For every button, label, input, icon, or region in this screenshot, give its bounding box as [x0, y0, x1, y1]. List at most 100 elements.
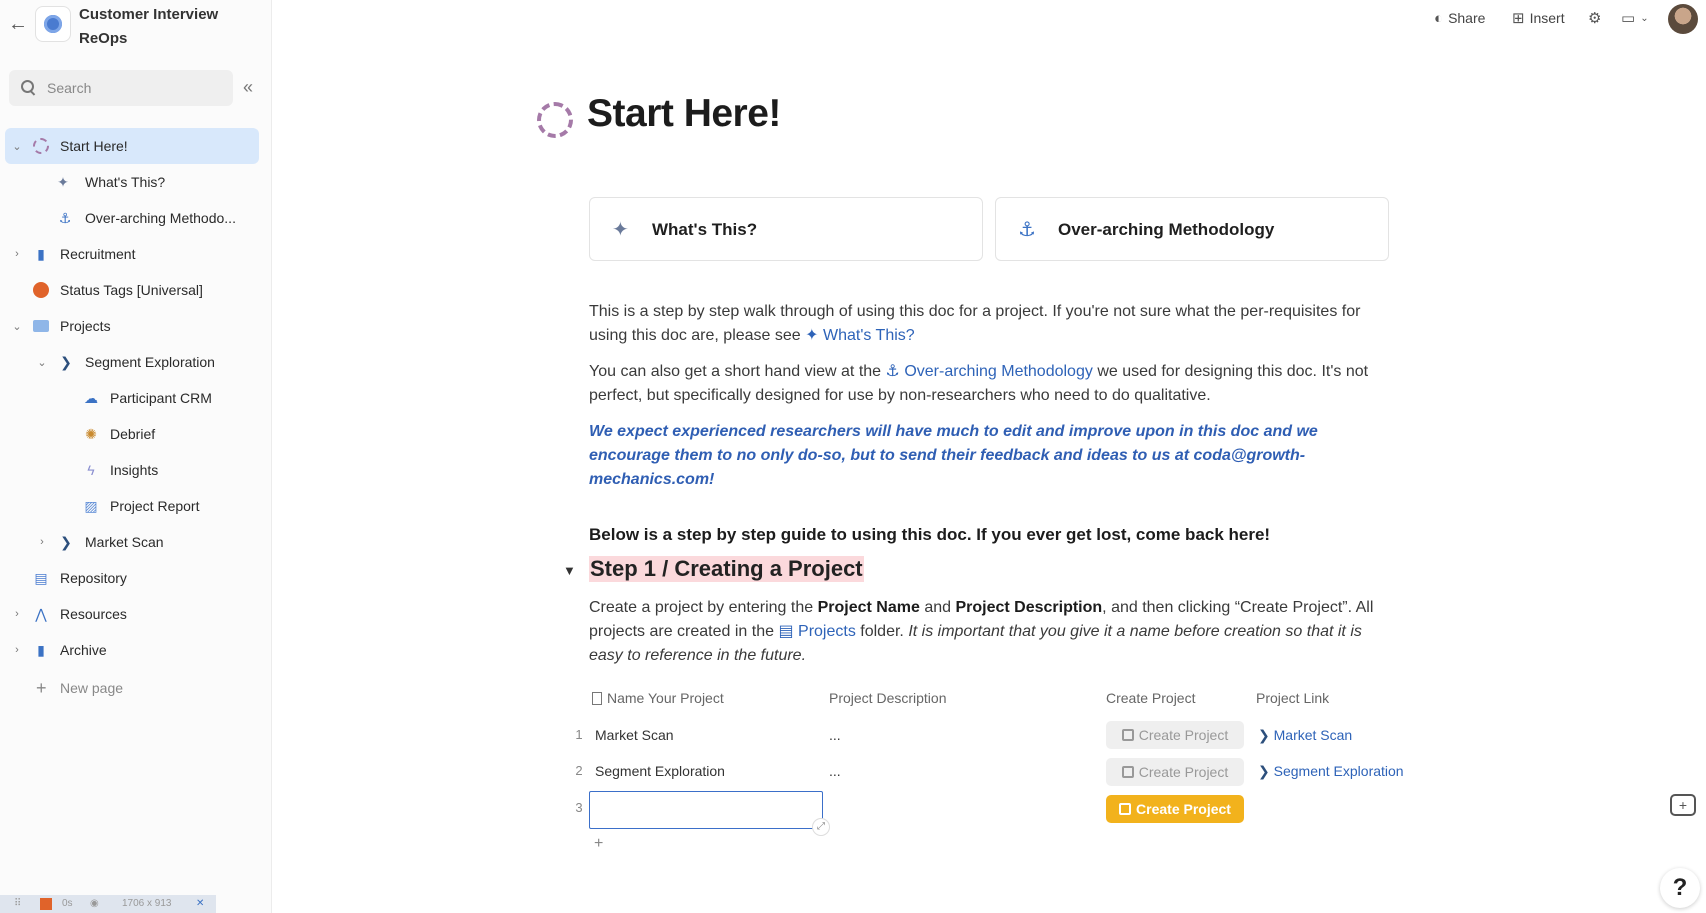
- button-label: Create Project: [1136, 801, 1231, 817]
- chevron-badge-icon: ❯: [60, 354, 72, 370]
- whats-this-link[interactable]: ✦ What's This?: [805, 327, 915, 344]
- record-icon[interactable]: [40, 898, 52, 910]
- project-name-cell[interactable]: Segment Exploration: [595, 763, 725, 779]
- collapse-sidebar-icon[interactable]: «: [243, 77, 253, 97]
- folder-icon: [33, 320, 49, 332]
- share-label: Share: [1448, 10, 1486, 26]
- button-label: Create Project: [1138, 727, 1229, 743]
- guide-heading: Below is a step by step guide to using t…: [589, 525, 1271, 544]
- recording-size: 1706 x 913: [122, 898, 172, 909]
- projects-link[interactable]: ▤ Projects: [778, 623, 855, 640]
- create-project-button[interactable]: Create Project: [1106, 795, 1244, 823]
- help-button[interactable]: ?: [1660, 868, 1700, 908]
- doc-title[interactable]: Customer Interview ReOps: [79, 3, 259, 51]
- sidebar: ← Customer Interview ReOps « ⌄ Start Her…: [0, 0, 272, 913]
- chevron-down-icon: ⌄: [1640, 12, 1649, 24]
- step-text-and: and: [924, 599, 952, 616]
- card-label: Over-arching Methodology: [1058, 220, 1275, 239]
- sidebar-item-repository[interactable]: ▤ Repository: [0, 560, 272, 596]
- methodology-text-a: You can also get a short hand view at th…: [589, 363, 882, 380]
- share-button[interactable]: ◐ Share: [1434, 8, 1485, 28]
- gear-icon: ⚙: [1588, 10, 1602, 27]
- search-input[interactable]: [47, 70, 227, 106]
- sidebar-item-label: What's This?: [85, 174, 166, 190]
- sidebar-item-start-here[interactable]: ⌄ Start Here!: [5, 128, 259, 164]
- add-row-button[interactable]: +: [594, 835, 603, 853]
- methodology-link[interactable]: ⚓ Over-arching Methodology: [886, 363, 1093, 380]
- doc-title-line1: Customer Interview: [79, 6, 219, 23]
- sidebar-item-participant-crm[interactable]: ☁ Participant CRM: [0, 380, 272, 416]
- chevron-down-icon[interactable]: ⌄: [36, 356, 48, 369]
- drag-handle-icon[interactable]: ⠿: [14, 898, 21, 909]
- search-box[interactable]: [9, 70, 233, 106]
- thermometer-icon: ▮: [37, 246, 45, 262]
- topbar: ◐ Share ⊞ Insert ⚙ ▭ ⌄: [272, 0, 1706, 40]
- project-link-segment-exploration[interactable]: ❯ Segment Exploration: [1258, 763, 1404, 780]
- camera-icon[interactable]: ◉: [90, 898, 99, 909]
- column-header-description[interactable]: Project Description: [829, 690, 947, 706]
- chevron-down-icon[interactable]: ⌄: [11, 320, 23, 333]
- project-link-label: Market Scan: [1273, 727, 1353, 743]
- chevron-right-icon[interactable]: ›: [11, 644, 23, 656]
- card-methodology[interactable]: ⚓ Over-arching Methodology: [995, 197, 1389, 261]
- dashed-circle-icon[interactable]: [537, 102, 573, 138]
- chevron-badge-icon: ❯: [1258, 727, 1270, 743]
- sidebar-item-projects[interactable]: ⌄ Projects: [0, 308, 272, 344]
- avatar[interactable]: [1668, 4, 1698, 34]
- sidebar-item-archive[interactable]: › ▮ Archive: [0, 632, 272, 668]
- project-description-cell[interactable]: ...: [829, 727, 841, 743]
- insert-button[interactable]: ⊞ Insert: [1512, 8, 1565, 28]
- collapse-triangle-icon[interactable]: ▼: [563, 563, 576, 578]
- project-name-input[interactable]: [589, 791, 823, 829]
- sidebar-item-whats-this[interactable]: ✦ What's This?: [0, 164, 272, 200]
- sidebar-item-recruitment[interactable]: › ▮ Recruitment: [0, 236, 272, 272]
- column-header-name[interactable]: Name Your Project: [592, 690, 724, 706]
- app-window: ← Customer Interview ReOps « ⌄ Start Her…: [0, 0, 1706, 913]
- sidebar-item-label: Repository: [60, 570, 127, 586]
- chevron-right-icon[interactable]: ›: [36, 536, 48, 548]
- back-arrow-icon[interactable]: ←: [6, 12, 30, 36]
- sidebar-item-methodology[interactable]: ⚓ Over-arching Methodo...: [0, 200, 272, 236]
- row-number: 3: [575, 800, 583, 815]
- comments-menu-button[interactable]: ▭ ⌄: [1621, 8, 1654, 28]
- doc-title-line2: ReOps: [79, 30, 128, 47]
- row-number: 2: [575, 763, 583, 778]
- card-label: What's This?: [652, 220, 758, 239]
- create-project-button-disabled[interactable]: Create Project: [1106, 721, 1244, 749]
- sidebar-item-label: Projects: [60, 318, 111, 334]
- add-comment-icon[interactable]: +: [1670, 794, 1696, 816]
- sidebar-item-debrief[interactable]: ✺ Debrief: [0, 416, 272, 452]
- chevron-right-icon[interactable]: ›: [11, 248, 23, 260]
- sidebar-item-resources[interactable]: › ⋀ Resources: [0, 596, 272, 632]
- sidebar-header: ← Customer Interview ReOps: [0, 0, 272, 60]
- chevron-down-icon[interactable]: ⌄: [11, 140, 23, 153]
- sidebar-item-market-scan[interactable]: › ❯ Market Scan: [0, 524, 272, 560]
- sidebar-item-project-report[interactable]: ▨ Project Report: [0, 488, 272, 524]
- sidebar-item-segment-exploration[interactable]: ⌄ ❯ Segment Exploration: [0, 344, 272, 380]
- doc-brain-icon[interactable]: [35, 6, 71, 42]
- project-name-cell[interactable]: Market Scan: [595, 727, 674, 743]
- button-label: Create Project: [1138, 764, 1229, 780]
- expand-icon[interactable]: ⤢: [812, 818, 830, 836]
- dashed-circle-icon: [33, 138, 49, 154]
- chevron-right-icon[interactable]: ›: [11, 608, 23, 620]
- sidebar-item-label: Archive: [60, 642, 107, 658]
- anchor-icon: ⚓: [58, 210, 72, 226]
- sidebar-item-label: Debrief: [110, 426, 156, 442]
- settings-button[interactable]: ⚙: [1588, 8, 1606, 28]
- card-whats-this[interactable]: ✦ What's This?: [589, 197, 983, 261]
- project-link-market-scan[interactable]: ❯ Market Scan: [1258, 727, 1352, 744]
- column-header-link[interactable]: Project Link: [1256, 690, 1329, 706]
- sidebar-item-status-tags[interactable]: Status Tags [Universal]: [0, 272, 272, 308]
- create-project-button-disabled[interactable]: Create Project: [1106, 758, 1244, 786]
- step-bold-desc: Project Description: [955, 599, 1103, 616]
- status-blob-icon: [33, 282, 49, 298]
- bookmark-icon: [592, 692, 602, 705]
- project-description-cell[interactable]: ...: [829, 763, 841, 779]
- step-bold-name: Project Name: [817, 599, 920, 616]
- sidebar-item-insights[interactable]: ϟ Insights: [0, 452, 272, 488]
- crm-icon: ☁: [84, 390, 98, 406]
- column-header-create[interactable]: Create Project: [1106, 690, 1195, 706]
- step-1-instructions: Create a project by entering the Project…: [589, 596, 1379, 668]
- close-icon[interactable]: ✕: [196, 898, 204, 909]
